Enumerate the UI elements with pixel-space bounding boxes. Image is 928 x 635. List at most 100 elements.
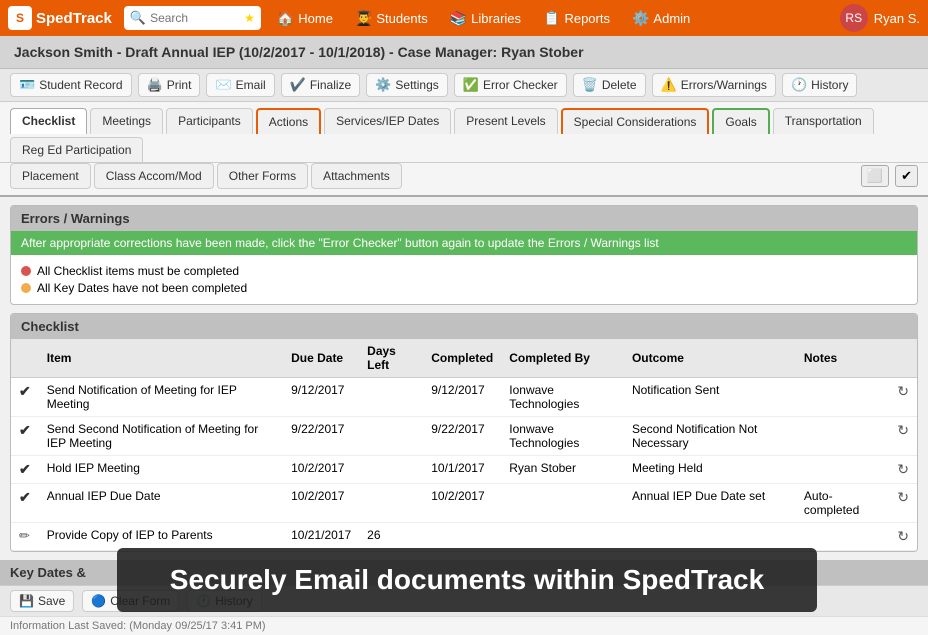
tab-placement[interactable]: Placement — [10, 163, 91, 189]
col-item: Item — [39, 339, 283, 378]
tab-transportation[interactable]: Transportation — [773, 108, 874, 134]
edit-icon[interactable]: ↻ — [897, 528, 909, 545]
nav-libraries[interactable]: 📚 Libraries — [440, 6, 531, 31]
user-area[interactable]: RS Ryan S. — [840, 4, 920, 32]
tab-present-levels[interactable]: Present Levels — [454, 108, 557, 134]
search-box[interactable]: 🔍 ★ — [124, 6, 261, 30]
col-actions — [889, 339, 917, 378]
delete-icon: 🗑️ — [582, 77, 598, 93]
row-item-4: Annual IEP Due Date — [39, 484, 283, 523]
settings-button[interactable]: ⚙️ Settings — [366, 73, 448, 97]
settings-icon: ⚙️ — [375, 77, 391, 93]
row-notes-4: Auto-completed — [796, 484, 889, 523]
print-icon: 🖨️ — [147, 77, 163, 93]
table-row: ✔ Send Second Notification of Meeting fo… — [11, 417, 917, 456]
row-item-2: Send Second Notification of Meeting for … — [39, 417, 283, 456]
pencil-icon: ✏ — [19, 528, 30, 543]
tabs-row-2: Placement Class Accom/Mod Other Forms At… — [0, 163, 928, 197]
student-record-icon: 🪪 — [19, 77, 35, 93]
row-by-5 — [501, 523, 624, 551]
table-row: ✔ Annual IEP Due Date 10/2/2017 10/2/201… — [11, 484, 917, 523]
error-item-key-dates: All Key Dates have not been completed — [21, 281, 907, 295]
edit-icon[interactable]: ↻ — [897, 489, 909, 506]
row-completed-4: 10/2/2017 — [423, 484, 501, 523]
edit-icon[interactable]: ↻ — [897, 383, 909, 400]
row-days-1 — [359, 378, 423, 417]
error-checker-button[interactable]: ✅ Error Checker — [454, 73, 567, 97]
row-completed-3: 10/1/2017 — [423, 456, 501, 484]
row-completed-5 — [423, 523, 501, 551]
checklist-table: Item Due Date Days Left Completed Comple… — [11, 339, 917, 551]
history-button[interactable]: 🕐 History — [782, 73, 858, 97]
error-checker-icon: ✅ — [463, 77, 479, 93]
search-input[interactable] — [150, 11, 240, 25]
search-star-icon: ★ — [244, 11, 255, 25]
nav-home[interactable]: 🏠 Home — [267, 6, 343, 31]
expand-icon[interactable]: ⬜ — [861, 165, 889, 187]
checkmark-icon: ✔ — [19, 422, 31, 438]
page-title: Jackson Smith - Draft Annual IEP (10/2/2… — [0, 36, 928, 69]
user-name: Ryan S. — [874, 11, 920, 26]
nav-admin[interactable]: ⚙️ Admin — [622, 6, 700, 31]
edit-icon[interactable]: ↻ — [897, 461, 909, 478]
errors-warnings-button[interactable]: ⚠️ Errors/Warnings — [652, 73, 776, 97]
row-edit-2[interactable]: ↻ — [889, 417, 917, 456]
row-edit-3[interactable]: ↻ — [889, 456, 917, 484]
tab-other-forms[interactable]: Other Forms — [217, 163, 308, 189]
tab-reg-ed-participation[interactable]: Reg Ed Participation — [10, 137, 143, 162]
tab-special-considerations[interactable]: Special Considerations — [561, 108, 710, 134]
print-button[interactable]: 🖨️ Print — [138, 73, 201, 97]
overlay-banner: Securely Email documents within SpedTrac… — [117, 548, 817, 612]
checkmark-icon: ✔ — [19, 383, 31, 399]
nav-students[interactable]: 👨‍🎓 Students — [345, 6, 438, 31]
table-row: ✏ Provide Copy of IEP to Parents 10/21/2… — [11, 523, 917, 551]
tab-services-iep-dates[interactable]: Services/IEP Dates — [324, 108, 451, 134]
libraries-icon: 📚 — [450, 10, 467, 27]
row-days-4 — [359, 484, 423, 523]
check-complete-icon[interactable]: ✔ — [895, 165, 918, 187]
reports-icon: 📋 — [543, 10, 560, 27]
row-due-4: 10/2/2017 — [283, 484, 359, 523]
tab-meetings[interactable]: Meetings — [90, 108, 163, 134]
row-status-2: ✔ — [11, 417, 39, 456]
checkmark-icon: ✔ — [19, 461, 31, 477]
student-record-button[interactable]: 🪪 Student Record — [10, 73, 132, 97]
email-icon: ✉️ — [215, 77, 231, 93]
row-notes-3 — [796, 456, 889, 484]
col-status — [11, 339, 39, 378]
app-logo: S SpedTrack — [8, 6, 112, 30]
edit-icon[interactable]: ↻ — [897, 422, 909, 439]
tab-actions[interactable]: Actions — [256, 108, 321, 134]
finalize-button[interactable]: ✔️ Finalize — [281, 73, 361, 97]
email-button[interactable]: ✉️ Email — [206, 73, 274, 97]
tab-checklist[interactable]: Checklist — [10, 108, 87, 134]
home-icon: 🏠 — [277, 10, 294, 27]
row-edit-4[interactable]: ↻ — [889, 484, 917, 523]
row-due-5: 10/21/2017 — [283, 523, 359, 551]
tab-class-accom-mod[interactable]: Class Accom/Mod — [94, 163, 214, 189]
errors-body: All Checklist items must be completed Al… — [11, 255, 917, 304]
row-days-3 — [359, 456, 423, 484]
row-outcome-1: Notification Sent — [624, 378, 796, 417]
tab-participants[interactable]: Participants — [166, 108, 253, 134]
row-by-4 — [501, 484, 624, 523]
row-outcome-4: Annual IEP Due Date set — [624, 484, 796, 523]
nav-reports[interactable]: 📋 Reports — [533, 6, 620, 31]
col-notes: Notes — [796, 339, 889, 378]
checklist-section-header: Checklist — [11, 314, 917, 339]
save-button[interactable]: 💾 Save — [10, 590, 74, 612]
row-edit-5[interactable]: ↻ — [889, 523, 917, 551]
tab-goals[interactable]: Goals — [712, 108, 769, 134]
delete-button[interactable]: 🗑️ Delete — [573, 73, 646, 97]
top-nav: S SpedTrack 🔍 ★ 🏠 Home 👨‍🎓 Students 📚 Li… — [0, 0, 928, 36]
tab-row2-icons: ⬜ ✔ — [861, 165, 918, 187]
row-item-1: Send Notification of Meeting for IEP Mee… — [39, 378, 283, 417]
col-due-date: Due Date — [283, 339, 359, 378]
row-completed-1: 9/12/2017 — [423, 378, 501, 417]
save-icon: 💾 — [19, 594, 34, 608]
avatar: RS — [840, 4, 868, 32]
tab-attachments[interactable]: Attachments — [311, 163, 402, 189]
yellow-dot-icon — [21, 283, 31, 293]
row-edit-1[interactable]: ↻ — [889, 378, 917, 417]
errors-warnings-section: Errors / Warnings After appropriate corr… — [10, 205, 918, 305]
